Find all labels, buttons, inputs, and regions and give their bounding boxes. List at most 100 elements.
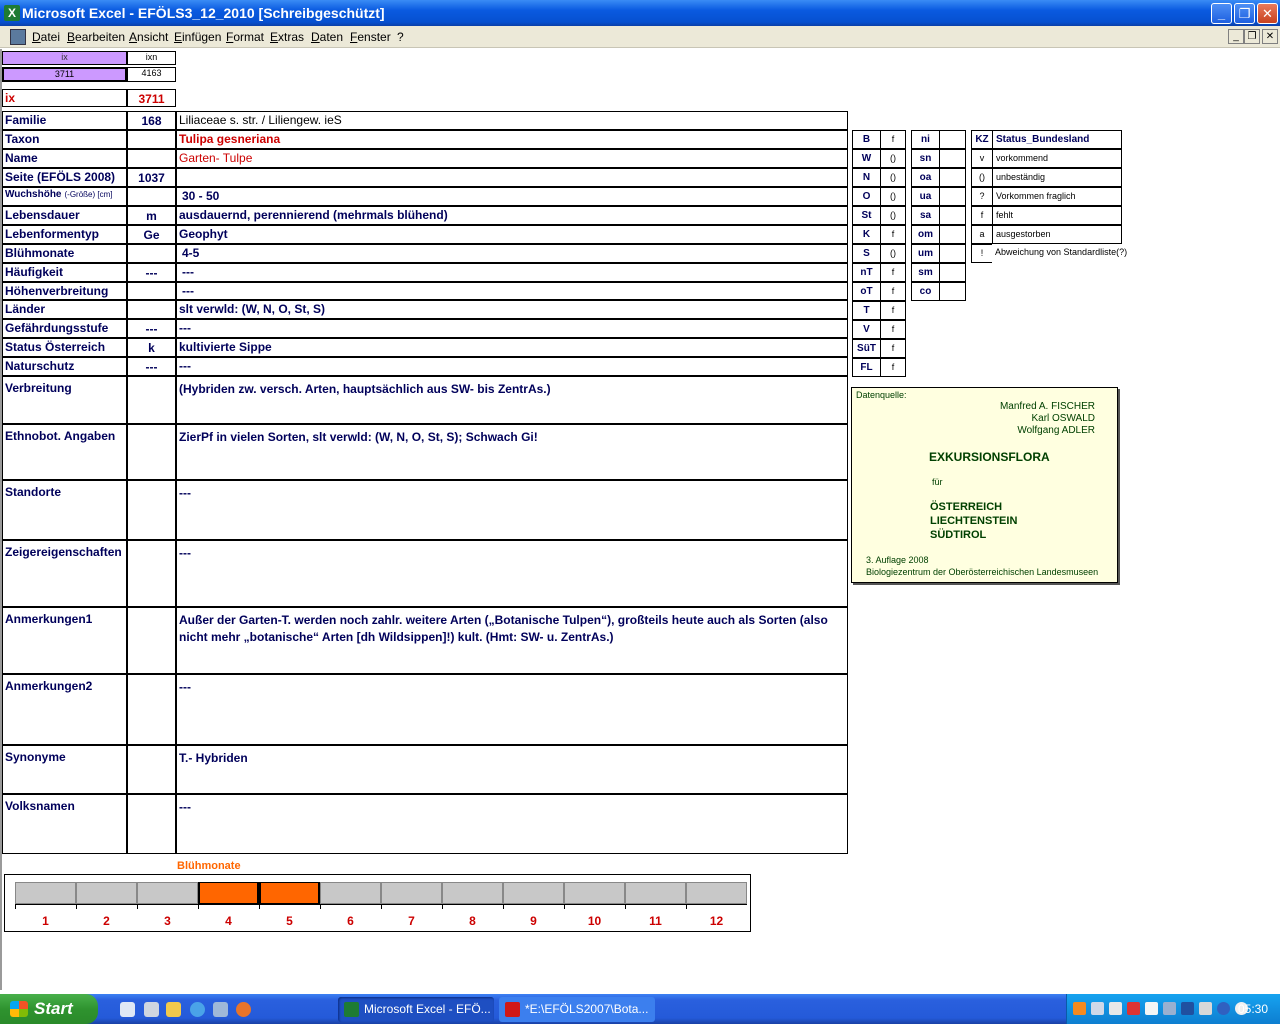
- region-status[interactable]: [939, 244, 966, 263]
- region-status[interactable]: [939, 168, 966, 187]
- field-value[interactable]: ---: [176, 357, 848, 376]
- outlook-icon[interactable]: [144, 1002, 159, 1017]
- description-code[interactable]: [127, 607, 176, 674]
- description-value[interactable]: (Hybriden zw. versch. Arten, hauptsächli…: [176, 376, 848, 424]
- bundesland-status[interactable]: f: [880, 320, 906, 339]
- taskbar-file-button[interactable]: *E:\EFÖLS2007\Bota...: [499, 997, 655, 1022]
- bundesland-status[interactable]: (): [880, 168, 906, 187]
- info-icon[interactable]: [1217, 1002, 1230, 1015]
- shield-icon[interactable]: [1181, 1002, 1194, 1015]
- menu-extras[interactable]: Extras: [270, 30, 304, 44]
- field-value[interactable]: slt verwld: (W, N, O, St, S): [176, 300, 848, 319]
- bundesland-status[interactable]: f: [880, 339, 906, 358]
- description-code[interactable]: [127, 745, 176, 794]
- field-code[interactable]: [127, 282, 176, 300]
- field-code[interactable]: [127, 130, 176, 149]
- field-code[interactable]: 1037: [127, 168, 176, 187]
- field-code[interactable]: k: [127, 338, 176, 357]
- tray-icon-1[interactable]: [1073, 1002, 1086, 1015]
- bundesland-status[interactable]: (): [880, 206, 906, 225]
- description-value[interactable]: ---: [176, 674, 848, 745]
- bundesland-status[interactable]: f: [880, 263, 906, 282]
- description-value[interactable]: ---: [176, 480, 848, 540]
- mdi-restore-button[interactable]: ❐: [1244, 29, 1260, 44]
- menu-help[interactable]: ?: [397, 30, 404, 44]
- start-button[interactable]: Start: [0, 994, 98, 1024]
- field-code[interactable]: [127, 244, 176, 263]
- ixn-value-cell[interactable]: 4163: [127, 67, 176, 82]
- field-code[interactable]: [127, 149, 176, 168]
- field-value[interactable]: 4-5: [176, 244, 848, 263]
- network-icon[interactable]: [1091, 1002, 1104, 1015]
- restore-button[interactable]: ❐: [1234, 3, 1255, 24]
- volume-icon[interactable]: [1109, 1002, 1122, 1015]
- region-status[interactable]: [939, 149, 966, 168]
- menu-ansicht[interactable]: Ansicht: [129, 30, 168, 44]
- bundesland-status[interactable]: (): [880, 187, 906, 206]
- menu-daten[interactable]: Daten: [311, 30, 343, 44]
- ix-value[interactable]: 3711: [127, 89, 176, 107]
- ix-header-cell[interactable]: ix: [2, 51, 127, 65]
- mdi-minimize-button[interactable]: _: [1228, 29, 1244, 44]
- region-status[interactable]: [939, 206, 966, 225]
- explorer-icon[interactable]: [213, 1002, 228, 1017]
- region-status[interactable]: [939, 130, 966, 149]
- ix-value-cell[interactable]: 3711: [2, 67, 127, 82]
- mdi-close-button[interactable]: ✕: [1262, 29, 1278, 44]
- description-code[interactable]: [127, 480, 176, 540]
- menu-datei[interactable]: Datei: [32, 30, 60, 44]
- firefox-icon[interactable]: [236, 1002, 251, 1017]
- media-icon[interactable]: [166, 1002, 181, 1017]
- description-value[interactable]: ---: [176, 794, 848, 854]
- menu-einfuegen[interactable]: Einfügen: [174, 30, 221, 44]
- bundesland-status[interactable]: f: [880, 282, 906, 301]
- bundesland-status[interactable]: f: [880, 225, 906, 244]
- field-value[interactable]: ausdauernd, perennierend (mehrmals blühe…: [176, 206, 848, 225]
- field-value[interactable]: Liliaceae s. str. / Liliengew. ieS: [176, 111, 848, 130]
- tray-icon-6[interactable]: [1163, 1002, 1176, 1015]
- description-code[interactable]: [127, 424, 176, 480]
- description-value[interactable]: Außer der Garten-T. werden noch zahlr. w…: [176, 607, 848, 674]
- field-value[interactable]: 30 - 50: [176, 187, 848, 206]
- region-status[interactable]: [939, 263, 966, 282]
- menu-bearbeiten[interactable]: Bearbeiten: [67, 30, 125, 44]
- field-code[interactable]: m: [127, 206, 176, 225]
- description-code[interactable]: [127, 794, 176, 854]
- field-value[interactable]: ---: [176, 319, 848, 338]
- field-code[interactable]: ---: [127, 319, 176, 338]
- description-code[interactable]: [127, 674, 176, 745]
- excel-app-icon[interactable]: X: [4, 5, 20, 21]
- field-value[interactable]: ---: [176, 263, 848, 282]
- bundesland-status[interactable]: f: [880, 130, 906, 149]
- description-code[interactable]: [127, 376, 176, 424]
- description-value[interactable]: T.- Hybriden: [176, 745, 848, 794]
- description-value[interactable]: ---: [176, 540, 848, 607]
- field-value[interactable]: Geophyt: [176, 225, 848, 244]
- menu-fenster[interactable]: Fenster: [350, 30, 391, 44]
- region-status[interactable]: [939, 282, 966, 301]
- field-value[interactable]: ---: [176, 282, 848, 300]
- bundesland-status[interactable]: f: [880, 358, 906, 377]
- bundesland-status[interactable]: (): [880, 149, 906, 168]
- close-button[interactable]: ✕: [1257, 3, 1278, 24]
- field-code[interactable]: ---: [127, 357, 176, 376]
- minimize-button[interactable]: _: [1211, 3, 1232, 24]
- bundesland-status[interactable]: f: [880, 301, 906, 320]
- field-code[interactable]: 168: [127, 111, 176, 130]
- description-value[interactable]: ZierPf in vielen Sorten, slt verwld: (W,…: [176, 424, 848, 480]
- bundesland-status[interactable]: (): [880, 244, 906, 263]
- ie-icon[interactable]: [190, 1002, 205, 1017]
- desktop-icon[interactable]: [120, 1002, 135, 1017]
- tray-icon-8[interactable]: [1199, 1002, 1212, 1015]
- field-code[interactable]: ---: [127, 263, 176, 282]
- menu-format[interactable]: Format: [226, 30, 264, 44]
- search-icon[interactable]: [1145, 1002, 1158, 1015]
- field-value[interactable]: Tulipa gesneriana: [176, 130, 848, 149]
- tray-icon-4[interactable]: [1127, 1002, 1140, 1015]
- region-status[interactable]: [939, 187, 966, 206]
- taskbar-excel-button[interactable]: Microsoft Excel - EFÖ...: [338, 997, 494, 1022]
- field-value[interactable]: kultivierte Sippe: [176, 338, 848, 357]
- ixn-header-cell[interactable]: ixn: [127, 51, 176, 65]
- field-value[interactable]: [176, 168, 848, 187]
- region-status[interactable]: [939, 225, 966, 244]
